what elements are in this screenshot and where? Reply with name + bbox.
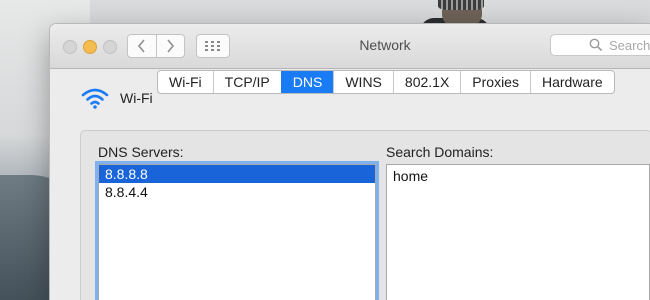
tab-wins[interactable]: WINS <box>333 71 393 93</box>
tab-proxies[interactable]: Proxies <box>460 71 530 93</box>
network-window: Network Search Wi-Fi Wi-Fi TCP/IP DNS WI… <box>50 24 650 300</box>
titlebar: Network Search <box>50 24 650 69</box>
search-domains-list[interactable]: home <box>386 164 650 300</box>
search-placeholder: Search <box>609 37 650 53</box>
tab-hardware[interactable]: Hardware <box>529 71 614 93</box>
tab-dns[interactable]: DNS <box>280 71 334 93</box>
wifi-icon <box>81 88 109 109</box>
list-item[interactable]: 8.8.4.4 <box>99 183 375 201</box>
person-hat <box>438 0 484 10</box>
interface-name: Wi-Fi <box>120 90 153 106</box>
tab-bar: Wi-Fi TCP/IP DNS WINS 802.1X Proxies Har… <box>157 70 615 94</box>
search-domains-label: Search Domains: <box>386 144 494 160</box>
list-item[interactable]: home <box>387 165 649 185</box>
interface-header: Wi-Fi <box>80 86 153 110</box>
dns-servers-list[interactable]: 8.8.8.8 8.8.4.4 <box>95 161 379 300</box>
tab-tcpip[interactable]: TCP/IP <box>212 71 281 93</box>
list-item[interactable]: 8.8.8.8 <box>99 165 375 183</box>
dns-servers-label: DNS Servers: <box>98 144 184 160</box>
tab-8021x[interactable]: 802.1X <box>392 71 460 93</box>
search-icon <box>589 38 603 52</box>
tab-wifi[interactable]: Wi-Fi <box>158 71 213 93</box>
search-input[interactable]: Search <box>550 34 650 56</box>
